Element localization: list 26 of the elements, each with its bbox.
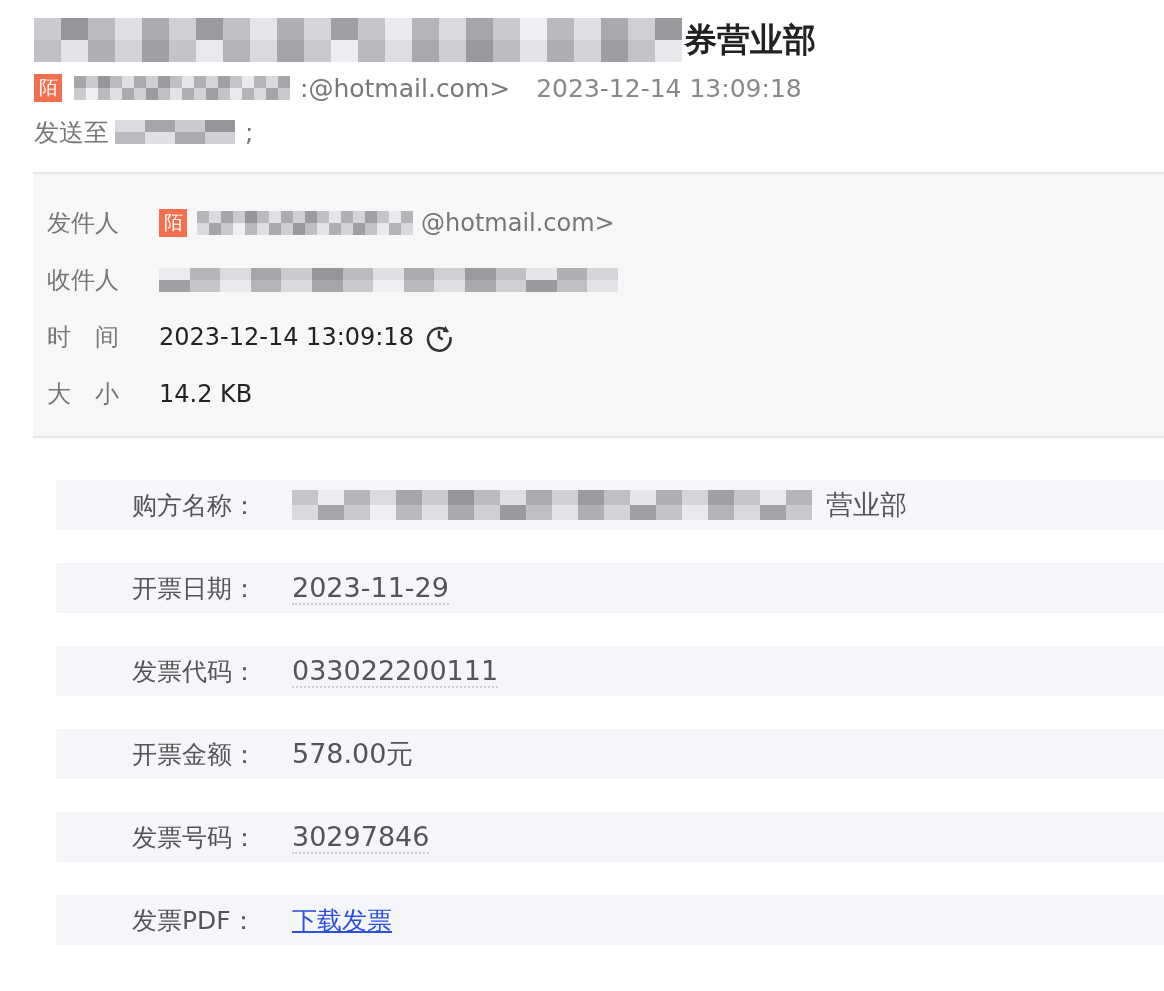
field-value: 033022200111 <box>292 654 499 688</box>
separator-text: ; <box>245 117 254 147</box>
sender-address: :@hotmail.com> <box>300 73 511 103</box>
field-value: 30297846 <box>292 820 430 854</box>
field-label: 发件人 <box>47 207 120 239</box>
field-label: 发票号码： <box>132 821 258 854</box>
field-value: 营业部 <box>826 488 907 522</box>
field-label: 开票日期： <box>132 572 258 605</box>
size-value: 14.2 KB <box>159 379 253 408</box>
field-value: 578.00元 <box>292 737 414 771</box>
time-value: 2023-12-14 13:09:18 <box>159 322 414 351</box>
recipient-label: 发送至 <box>34 116 109 149</box>
field-value: 2023-11-29 <box>292 571 449 605</box>
field-label: 收件人 <box>47 264 120 296</box>
field-label: 大 小 <box>47 378 120 410</box>
download-link[interactable]: 下载发票 <box>292 903 392 937</box>
sent-time: 2023-12-14 13:09:18 <box>536 73 802 103</box>
sender-badge: 陌 <box>159 208 187 237</box>
sender-address: @hotmail.com> <box>421 208 615 237</box>
field-label: 发票代码： <box>132 655 258 688</box>
field-label: 时 间 <box>47 321 120 353</box>
field-label: 购方名称： <box>132 489 258 522</box>
field-label: 发票PDF： <box>132 904 257 937</box>
field-label: 开票金额： <box>132 738 258 771</box>
email-subject: 券营业部 <box>684 18 816 61</box>
sender-badge: 陌 <box>34 74 62 102</box>
